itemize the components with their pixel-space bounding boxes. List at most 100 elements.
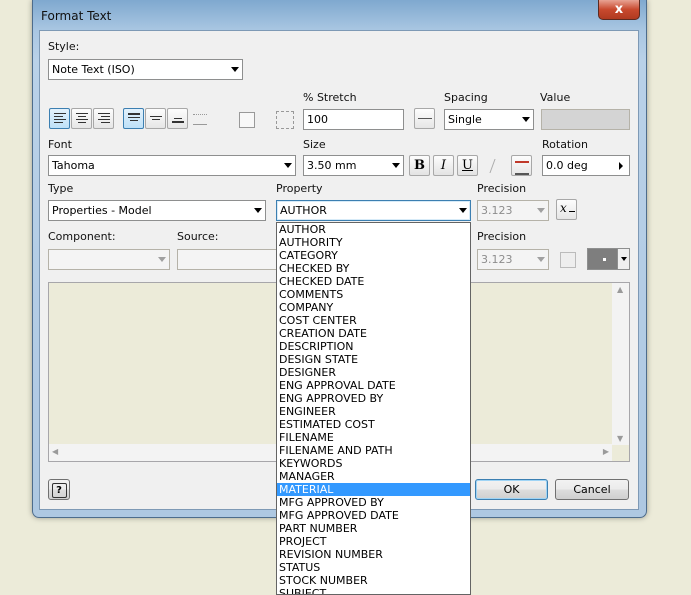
chevron-down-icon <box>537 208 545 213</box>
property-option[interactable]: DESCRIPTION <box>277 340 470 353</box>
close-button[interactable]: x <box>598 0 640 20</box>
align-center-button[interactable] <box>71 108 92 129</box>
align-bottom-icon <box>172 118 184 125</box>
precision-value: 3.123 <box>481 253 513 266</box>
type-value: Properties - Model <box>52 204 152 217</box>
align-top-button[interactable] <box>123 108 144 129</box>
source-select[interactable] <box>177 249 277 270</box>
property-option[interactable]: DESIGN STATE <box>277 353 470 366</box>
chevron-down-icon <box>284 163 292 168</box>
property-option[interactable]: PROJECT <box>277 535 470 548</box>
style-value: Note Text (ISO) <box>52 63 135 76</box>
stretch-text-button[interactable] <box>273 108 294 129</box>
precision-select[interactable]: 3.123 <box>477 249 549 270</box>
property-option[interactable]: COST CENTER <box>277 314 470 327</box>
text-color-button[interactable] <box>511 155 532 176</box>
cancel-button[interactable]: Cancel <box>555 479 629 500</box>
scroll-left-icon[interactable]: ◀ <box>52 447 58 456</box>
add-text-parameter-button[interactable]: x <box>556 199 577 220</box>
property-option[interactable]: FILENAME AND PATH <box>277 444 470 457</box>
style-label: Style: <box>48 40 80 53</box>
stretch-input[interactable]: 100 <box>303 109 404 130</box>
property-option[interactable]: DESIGNER <box>277 366 470 379</box>
value-label: Value <box>540 91 571 104</box>
chevron-down-icon <box>231 67 239 72</box>
color-picker-button[interactable] <box>587 248 630 270</box>
rotation-input[interactable]: 0.0 deg <box>542 155 630 176</box>
italic-button[interactable]: I <box>433 155 454 176</box>
precision-select[interactable]: 3.123 <box>477 200 549 221</box>
property-option[interactable]: MFG APPROVED DATE <box>277 509 470 522</box>
chevron-down-icon <box>392 163 400 168</box>
property-option[interactable]: PART NUMBER <box>277 522 470 535</box>
precision-value: 3.123 <box>481 204 513 217</box>
chevron-down-icon <box>537 257 545 262</box>
help-icon: ? <box>51 483 67 498</box>
style-select[interactable]: Note Text (ISO) <box>48 59 243 80</box>
property-option[interactable]: COMMENTS <box>277 288 470 301</box>
property-option[interactable]: FILENAME <box>277 431 470 444</box>
vertical-scrollbar[interactable]: ▲ ▼ <box>612 283 629 445</box>
property-dropdown-list[interactable]: AUTHOR AUTHORITY CATEGORY CHECKED BY CHECKED… <box>276 222 471 595</box>
align-bottom-button[interactable] <box>167 108 188 129</box>
property-option[interactable]: REVISION NUMBER <box>277 548 470 561</box>
chevron-right-icon <box>619 162 623 170</box>
type-select[interactable]: Properties - Model <box>48 200 266 221</box>
align-left-icon <box>54 113 66 125</box>
property-option[interactable]: SUBJECT <box>277 587 470 594</box>
property-select[interactable]: AUTHOR <box>276 200 471 221</box>
align-right-icon <box>98 113 110 125</box>
align-top-icon <box>128 113 140 123</box>
align-baseline-button[interactable] <box>189 108 210 129</box>
property-option[interactable]: CATEGORY <box>277 249 470 262</box>
chevron-down-arrow <box>621 257 627 261</box>
size-select[interactable]: 3.50 mm <box>303 155 404 176</box>
spacing-select[interactable]: Single <box>444 109 534 130</box>
property-option[interactable]: ENG APPROVED BY <box>277 392 470 405</box>
property-option[interactable]: STATUS <box>277 561 470 574</box>
value-input[interactable] <box>541 109 630 130</box>
spacing-value: Single <box>448 113 482 126</box>
property-option[interactable]: ESTIMATED COST <box>277 418 470 431</box>
property-option[interactable]: ENGINEER <box>277 405 470 418</box>
fit-text-button[interactable] <box>235 108 256 129</box>
stretch-label: % Stretch <box>303 91 357 104</box>
stack-button[interactable] <box>485 155 506 176</box>
component-select[interactable] <box>48 249 170 270</box>
rotation-label: Rotation <box>542 138 589 151</box>
color-swatch-icon <box>603 258 606 261</box>
add-symbol-button[interactable] <box>556 248 577 269</box>
property-option[interactable]: ENG APPROVAL DATE <box>277 379 470 392</box>
property-option[interactable]: AUTHOR <box>277 223 470 236</box>
property-option[interactable]: KEYWORDS <box>277 457 470 470</box>
help-button[interactable]: ? <box>48 479 70 500</box>
underline-button[interactable]: U <box>457 155 478 176</box>
layers-icon <box>515 161 529 175</box>
property-option[interactable]: CREATION DATE <box>277 327 470 340</box>
property-option[interactable]: AUTHORITY <box>277 236 470 249</box>
ok-button[interactable]: OK <box>475 479 548 500</box>
align-middle-button[interactable] <box>145 108 166 129</box>
chevron-down-icon <box>254 208 262 213</box>
line-spacing-button[interactable] <box>414 108 435 129</box>
property-option[interactable]: CHECKED DATE <box>277 275 470 288</box>
text-frame-icon <box>239 112 255 128</box>
chevron-down-icon <box>522 117 530 122</box>
property-option[interactable]: COMPANY <box>277 301 470 314</box>
chevron-down-icon <box>459 208 467 213</box>
align-left-button[interactable] <box>49 108 70 129</box>
scroll-down-icon[interactable]: ▼ <box>617 434 623 443</box>
align-right-button[interactable] <box>93 108 114 129</box>
property-option[interactable]: MATERIAL <box>277 483 470 496</box>
property-option[interactable]: MANAGER <box>277 470 470 483</box>
property-option[interactable]: STOCK NUMBER <box>277 574 470 587</box>
bold-button[interactable]: B <box>409 155 430 176</box>
scroll-right-icon[interactable]: ▶ <box>603 447 609 456</box>
property-option[interactable]: CHECKED BY <box>277 262 470 275</box>
precision-label: Precision <box>477 230 527 243</box>
font-select[interactable]: Tahoma <box>48 155 296 176</box>
rotation-value: 0.0 deg <box>546 159 588 172</box>
property-option[interactable]: MFG APPROVED BY <box>277 496 470 509</box>
insert-parameter-icon: x <box>560 201 567 215</box>
scroll-up-icon[interactable]: ▲ <box>617 285 623 294</box>
